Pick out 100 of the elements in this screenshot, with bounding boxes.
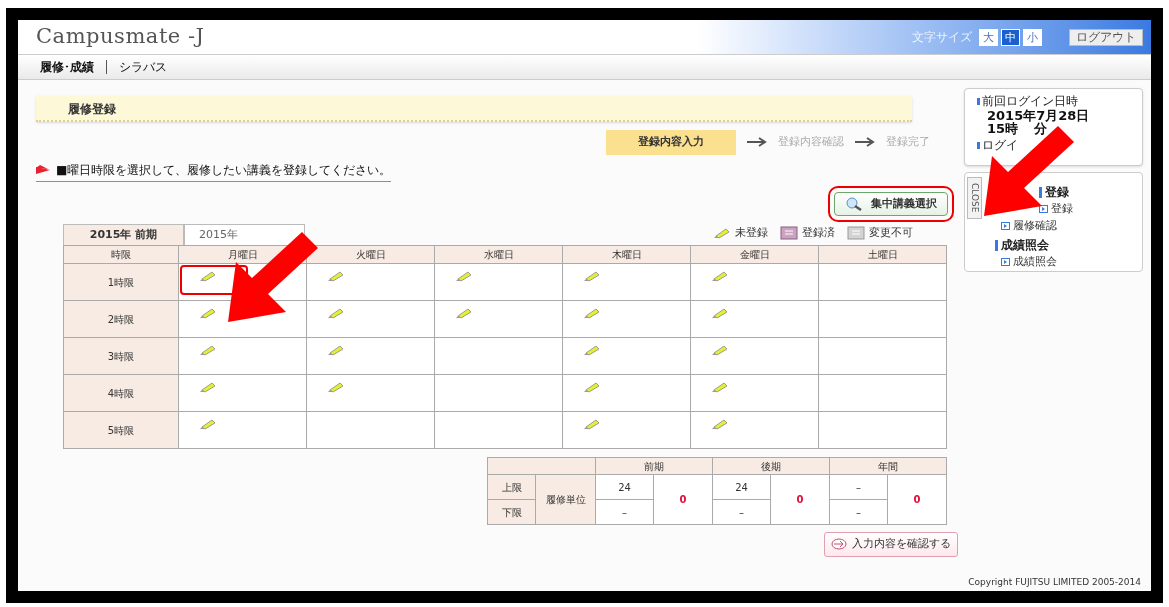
menu-link[interactable]: 成績照会: [1001, 254, 1057, 271]
login-time: 15時: [987, 122, 1019, 135]
timetable-cell[interactable]: [562, 300, 691, 338]
period-cell: 2時限: [63, 300, 179, 338]
nav-link[interactable]: シラバス: [119, 58, 167, 76]
row-label: 下限: [487, 499, 536, 525]
nav-link[interactable]: 履修･成績: [40, 58, 94, 76]
register-button[interactable]: [583, 344, 601, 356]
arrow-icon: [854, 137, 876, 148]
timetable-cell[interactable]: [434, 263, 563, 301]
register-button[interactable]: [327, 307, 345, 319]
timetable-cell[interactable]: [434, 300, 563, 338]
column-header: 年間: [829, 457, 947, 475]
timetable-cell[interactable]: [690, 374, 819, 412]
app-logo: Campusmate -J: [35, 23, 205, 51]
timetable-cell[interactable]: [690, 411, 819, 449]
timetable-cell[interactable]: [690, 337, 819, 375]
timetable-cell[interactable]: [306, 337, 435, 375]
step-label: 登録内容確認: [778, 134, 844, 150]
list-icon: [847, 225, 865, 240]
register-button[interactable]: [199, 381, 217, 393]
timetable-cell[interactable]: [434, 337, 563, 375]
timetable-cell[interactable]: [178, 337, 307, 375]
timetable-cell[interactable]: [562, 337, 691, 375]
logout-button[interactable]: ログアウト: [1069, 28, 1143, 46]
pencil-icon: [711, 344, 729, 356]
pencil-icon: [199, 344, 217, 356]
column-header: 時限: [63, 245, 179, 264]
pencil-icon: [199, 418, 217, 430]
register-button[interactable]: [327, 270, 345, 282]
menu-link[interactable]: 履修確認: [1001, 217, 1057, 234]
link-icon: [1001, 258, 1010, 267]
timetable-cell[interactable]: [306, 263, 435, 301]
table-cell: 0: [653, 474, 713, 525]
column-header: 水曜日: [434, 245, 563, 264]
register-button[interactable]: [711, 270, 729, 282]
timetable-cell[interactable]: [562, 263, 691, 301]
timetable-cell[interactable]: [434, 374, 563, 412]
term-tab[interactable]: 2015年: [184, 224, 305, 245]
column-header: 金曜日: [690, 245, 819, 264]
font-size-button[interactable]: 中: [1001, 28, 1020, 46]
register-button[interactable]: [455, 307, 473, 319]
term-tab[interactable]: 2015年 前期: [63, 224, 184, 245]
register-button[interactable]: [199, 307, 217, 319]
register-button[interactable]: [583, 270, 601, 282]
login-label: ログイ: [982, 137, 1018, 153]
menu-link[interactable]: 登録: [1039, 201, 1073, 218]
link-icon: [1039, 205, 1048, 214]
font-size-button[interactable]: 大: [979, 28, 998, 46]
menu-section-title: 成績照会: [1001, 237, 1049, 254]
pencil-icon: [199, 307, 217, 319]
timetable-cell[interactable]: [178, 374, 307, 412]
search-icon: [845, 196, 863, 211]
register-button[interactable]: [199, 270, 217, 282]
pencil-icon: [583, 270, 601, 282]
pencil-icon: [583, 307, 601, 319]
timetable-cell[interactable]: [818, 411, 947, 449]
page-title: 履修登録: [36, 96, 912, 122]
period-cell: 1時限: [63, 263, 179, 301]
register-button[interactable]: [455, 270, 473, 282]
pencil-icon: [583, 418, 601, 430]
column-header: 後期: [712, 457, 830, 475]
timetable-cell[interactable]: [690, 300, 819, 338]
timetable-cell[interactable]: [562, 411, 691, 449]
register-button[interactable]: [583, 418, 601, 430]
register-button[interactable]: [199, 344, 217, 356]
register-button[interactable]: [199, 418, 217, 430]
pencil-icon: [713, 226, 731, 239]
timetable-cell[interactable]: [818, 374, 947, 412]
login-label: 前回ログイン日時: [982, 93, 1078, 109]
register-button[interactable]: [583, 381, 601, 393]
link-icon: [1001, 221, 1010, 230]
register-button[interactable]: [327, 344, 345, 356]
timetable-cell[interactable]: [434, 411, 563, 449]
timetable-cell[interactable]: [178, 411, 307, 449]
close-tab[interactable]: CLOSE: [967, 177, 982, 219]
register-button[interactable]: [327, 381, 345, 393]
pencil-icon: [583, 344, 601, 356]
timetable-cell[interactable]: [306, 411, 435, 449]
period-cell: 5時限: [63, 411, 179, 449]
register-button[interactable]: [711, 344, 729, 356]
register-button[interactable]: [711, 418, 729, 430]
register-button[interactable]: [711, 307, 729, 319]
pencil-icon: [455, 270, 473, 282]
register-button[interactable]: [711, 381, 729, 393]
timetable-cell[interactable]: [818, 263, 947, 301]
timetable-cell[interactable]: [306, 374, 435, 412]
timetable-cell[interactable]: [818, 337, 947, 375]
step-label: 登録完了: [886, 134, 930, 150]
row-label: 履修単位: [535, 474, 596, 525]
bullet-icon: [995, 239, 998, 251]
timetable-cell[interactable]: [690, 263, 819, 301]
register-button[interactable]: [583, 307, 601, 319]
timetable-cell[interactable]: [306, 300, 435, 338]
font-size-button[interactable]: 小: [1023, 28, 1042, 46]
confirm-button[interactable]: 入力内容を確認する: [824, 532, 958, 557]
pencil-icon: [199, 381, 217, 393]
timetable-cell[interactable]: [562, 374, 691, 412]
timetable-cell[interactable]: [818, 300, 947, 338]
pencil-icon: [711, 270, 729, 282]
